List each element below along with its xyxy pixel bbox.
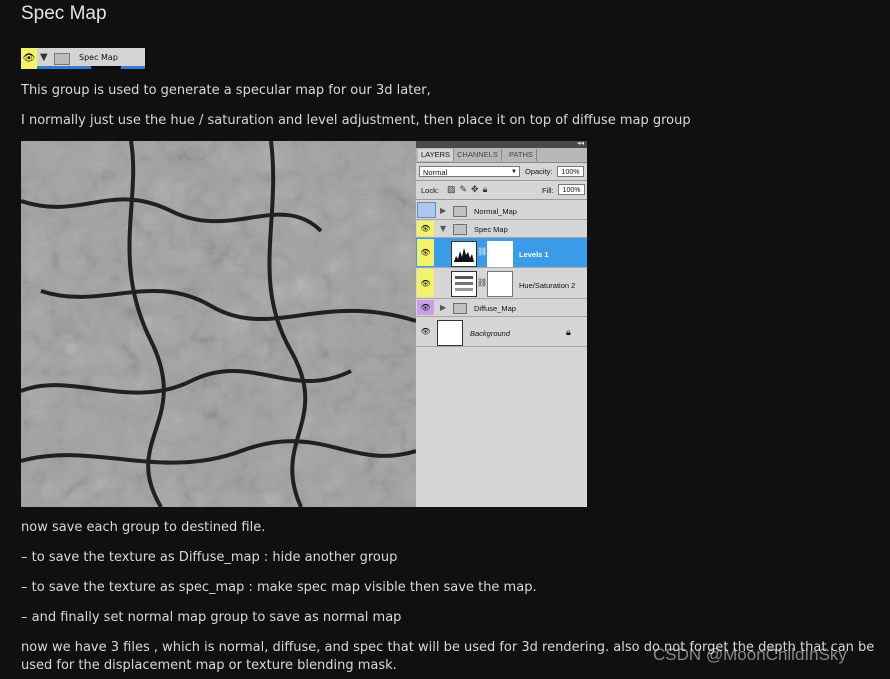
panel-collapse-icon[interactable]: ◂◂	[577, 139, 584, 147]
histogram-icon	[454, 248, 474, 262]
chevron-down-icon: ▼	[511, 169, 517, 175]
layers-panel: ◂◂ LAYERS CHANNELS PATHS Normal ▼ Opacit…	[416, 139, 587, 507]
tab-paths[interactable]: PATHS	[506, 149, 537, 161]
opacity-label: Opacity:	[525, 167, 553, 176]
layer-row-normal-map[interactable]: ▶ Normal_Map	[416, 201, 587, 220]
fill-label: Fill:	[542, 186, 554, 195]
expand-triangle-icon[interactable]: ▶	[440, 206, 446, 215]
folder-icon	[453, 303, 467, 314]
layer-mask-thumbnail	[487, 241, 513, 267]
expand-triangle-icon[interactable]: ▼	[440, 224, 446, 233]
layer-mask-thumbnail	[487, 271, 513, 297]
layer-row-background[interactable]: 👁︎ Background 🔒︎	[416, 317, 587, 347]
layer-name: Hue/Saturation 2	[519, 281, 576, 290]
watermark: CSDN @MoonChildInSky	[653, 645, 847, 664]
eye-icon[interactable]: 👁︎	[417, 269, 434, 297]
visibility-toggle-empty[interactable]	[417, 202, 436, 218]
layer-name: Diffuse_Map	[474, 304, 516, 313]
expand-triangle-icon[interactable]: ▶	[440, 303, 446, 312]
blend-mode-select[interactable]: Normal ▼	[419, 166, 520, 177]
paragraph-diffuse: – to save the texture as Diffuse_map : h…	[21, 550, 398, 565]
lock-options-icons[interactable]: ▨✎✥🔒︎	[447, 184, 491, 195]
expand-triangle-icon: ▼	[40, 52, 48, 63]
layer-row-spec-map[interactable]: 👁︎ ▼ Spec Map	[416, 220, 587, 238]
lock-label: Lock:	[421, 186, 439, 195]
panel-titlebar: ◂◂	[416, 139, 587, 148]
rock-texture-image	[21, 141, 416, 507]
link-icon[interactable]: ⛓	[477, 278, 487, 287]
layer-strip-thumbnail: 👁︎ ▼ Spec Map	[21, 48, 145, 69]
link-icon[interactable]: ⛓	[477, 247, 487, 256]
paragraph-normal: – and finally set normal map group to sa…	[21, 610, 402, 625]
tab-channels[interactable]: CHANNELS	[454, 149, 502, 161]
strip-selection-gap	[91, 66, 121, 69]
folder-icon	[54, 53, 70, 65]
layer-thumbnail	[437, 320, 463, 346]
strip-group-label: Spec Map	[79, 53, 118, 62]
rock-texture-svg	[21, 141, 416, 507]
tab-layers[interactable]: LAYERS	[418, 149, 455, 161]
layer-row-diffuse-map[interactable]: 👁︎ ▶ Diffuse_Map	[416, 299, 587, 317]
layer-row-hue-saturation-2[interactable]: 👁︎ ⛓ Hue/Saturation 2	[416, 268, 587, 299]
eye-icon[interactable]: 👁︎	[417, 239, 434, 266]
paragraph-spec: – to save the texture as spec_map : make…	[21, 580, 537, 595]
blend-mode-value: Normal	[423, 168, 448, 177]
eye-icon[interactable]: 👁︎	[417, 221, 434, 236]
divider	[416, 199, 587, 200]
eye-icon[interactable]: 👁︎	[417, 300, 434, 315]
fill-input[interactable]: 100%	[558, 184, 585, 195]
paragraph-save: now save each group to destined file.	[21, 520, 266, 535]
paragraph-conclusion-line2: used for the displacement map or texture…	[21, 658, 397, 673]
folder-icon	[453, 206, 467, 217]
paragraph-adjustment: I normally just use the hue / saturation…	[21, 113, 691, 128]
layer-name: Background	[470, 329, 511, 338]
layer-name: Levels 1	[519, 250, 549, 259]
eye-icon[interactable]: 👁︎	[417, 318, 434, 345]
levels-adjustment-icon	[451, 241, 477, 267]
divider	[416, 180, 587, 181]
opacity-input[interactable]: 100%	[557, 166, 584, 177]
page-title: Spec Map	[21, 3, 107, 24]
folder-icon	[453, 224, 467, 235]
eye-icon: 👁︎	[21, 48, 37, 69]
hue-saturation-adjustment-icon	[451, 271, 477, 297]
paragraph-intro: This group is used to generate a specula…	[21, 83, 431, 98]
layer-name: Spec Map	[474, 225, 508, 234]
layer-name: Normal_Map	[474, 207, 517, 216]
sliders-icon	[455, 276, 473, 291]
layer-row-levels-1[interactable]: 👁︎ ⛓ Levels 1	[416, 238, 587, 268]
lock-icon: 🔒︎	[566, 327, 571, 337]
panel-tabs: LAYERS CHANNELS PATHS	[416, 148, 587, 163]
